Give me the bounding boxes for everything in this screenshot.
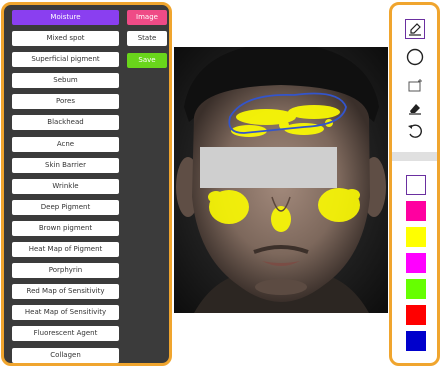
category-brown-pigment[interactable]: Brown pigment [12, 220, 119, 236]
category-fluorescent-agent[interactable]: Fluorescent Agent [12, 326, 119, 342]
face-image[interactable] [174, 47, 388, 313]
category-moisture[interactable]: Moisture [12, 10, 119, 25]
category-skin-barrier[interactable]: Skin Barrier [12, 157, 119, 173]
state-button[interactable]: State [127, 31, 167, 46]
rectangle-icon[interactable] [405, 76, 425, 96]
category-acne[interactable]: Acne [12, 136, 119, 152]
image-button[interactable]: Image [127, 10, 167, 25]
eraser-icon[interactable] [405, 98, 425, 118]
category-wrinkle[interactable]: Wrinkle [12, 178, 119, 194]
toolbar-divider [392, 152, 437, 161]
save-button[interactable]: Save [127, 53, 167, 68]
swatch-white[interactable] [406, 175, 426, 195]
swatch-blue[interactable] [406, 331, 426, 351]
circle-icon[interactable] [405, 47, 425, 67]
analysis-panel: Moisture Mixed spot Superficial pigment … [1, 2, 172, 366]
swatch-pink[interactable] [406, 201, 426, 221]
undo-icon[interactable] [405, 121, 425, 141]
category-collagen[interactable]: Collagen [12, 347, 119, 363]
privacy-bar [200, 147, 337, 188]
category-list: Moisture Mixed spot Superficial pigment … [12, 10, 119, 369]
category-blackhead[interactable]: Blackhead [12, 115, 119, 131]
category-deep-pigment[interactable]: Deep Pigment [12, 199, 119, 215]
swatch-yellow[interactable] [406, 227, 426, 247]
pencil-icon[interactable] [405, 19, 425, 39]
category-superficial-pigment[interactable]: Superficial pigment [12, 52, 119, 68]
category-porphyrin[interactable]: Porphyrin [12, 263, 119, 279]
category-sebum[interactable]: Sebum [12, 73, 119, 89]
category-pores[interactable]: Pores [12, 94, 119, 110]
category-mixed-spot[interactable]: Mixed spot [12, 31, 119, 47]
drawing-toolbar [389, 2, 440, 366]
category-heat-map-sensitivity[interactable]: Heat Map of Sensitivity [12, 305, 119, 321]
swatch-green[interactable] [406, 279, 426, 299]
swatch-red[interactable] [406, 305, 426, 325]
swatch-magenta[interactable] [406, 253, 426, 273]
category-red-map-sensitivity[interactable]: Red Map of Sensitivity [12, 284, 119, 300]
view-buttons: Image State Save [127, 10, 167, 74]
category-heat-map-pigment[interactable]: Heat Map of Pigment [12, 242, 119, 258]
